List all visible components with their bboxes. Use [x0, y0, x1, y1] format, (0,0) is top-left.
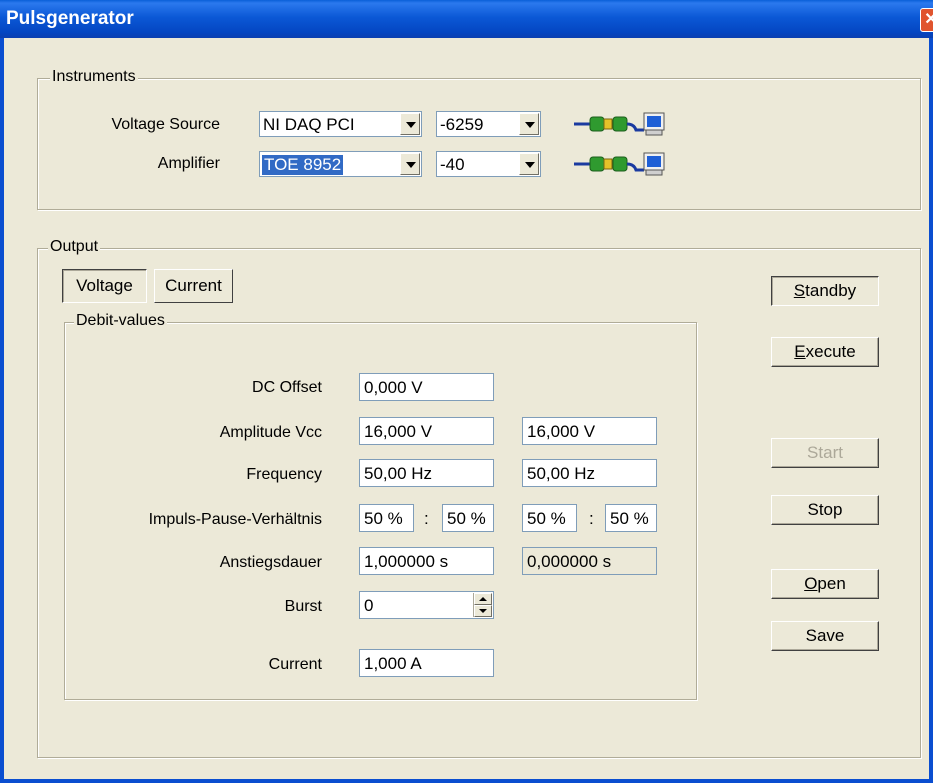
pause-field-2[interactable]: 50 % — [605, 504, 657, 532]
dc-offset-value: 0,000 V — [364, 378, 423, 397]
amplifier-model-select[interactable]: -40 — [436, 151, 541, 177]
impuls-value-2: 50 % — [527, 509, 566, 528]
voltage-source-model-select[interactable]: -6259 — [436, 111, 541, 137]
impuls-pause-label: Impuls-Pause-Verhältnis — [148, 511, 322, 528]
debit-values-legend: Debit-values — [74, 312, 167, 330]
title-bar[interactable]: Pulsgenerator ✕ — [0, 0, 933, 38]
voltage-source-device-value: NI DAQ PCI — [263, 115, 355, 134]
window-border-left — [0, 38, 4, 783]
amplifier-label: Amplifier — [157, 155, 220, 172]
chevron-down-icon[interactable] — [519, 113, 539, 135]
execute-button[interactable]: Execute — [771, 337, 879, 367]
instruments-legend: Instruments — [50, 68, 138, 86]
impuls-field-1[interactable]: 50 % — [359, 504, 414, 532]
voltage-source-device-select[interactable]: NI DAQ PCI — [259, 111, 422, 137]
anstiegsdauer-field-1[interactable]: 1,000000 s — [359, 547, 494, 575]
anstiegsdauer-field-2: 0,000000 s — [522, 547, 657, 575]
spin-down-icon[interactable] — [474, 605, 492, 617]
save-button[interactable]: Save — [771, 621, 879, 651]
spin-up-icon[interactable] — [474, 593, 492, 605]
burst-label: Burst — [284, 598, 322, 615]
pause-field-1[interactable]: 50 % — [442, 504, 494, 532]
frequency-value-1: 50,00 Hz — [364, 464, 433, 483]
close-icon[interactable]: ✕ — [920, 8, 933, 32]
current-value: 1,000 A — [364, 654, 422, 673]
anstiegsdauer-value-1: 1,000000 s — [364, 552, 449, 571]
anstiegsdauer-value-2: 0,000000 s — [527, 552, 612, 571]
dc-offset-field[interactable]: 0,000 V — [359, 373, 494, 401]
burst-spinner[interactable] — [473, 593, 492, 617]
amplitude-value-2: 16,000 V — [527, 422, 596, 441]
current-label: Current — [268, 656, 322, 673]
pause-value-1: 50 % — [447, 509, 486, 528]
amplifier-device-select[interactable]: TOE 8952 — [259, 151, 422, 177]
standby-button[interactable]: Standby — [771, 276, 879, 306]
impuls-field-2[interactable]: 50 % — [522, 504, 577, 532]
start-button[interactable]: Start — [771, 438, 879, 468]
current-field[interactable]: 1,000 A — [359, 649, 494, 677]
standby-label: tandby — [805, 281, 857, 300]
stop-button[interactable]: Stop — [771, 495, 879, 525]
ratio-separator: : — [589, 509, 594, 528]
pulsgenerator-window: Pulsgenerator ✕ Instruments Voltage Sour… — [0, 0, 933, 783]
tab-current[interactable]: Current — [154, 269, 233, 303]
chevron-down-icon[interactable] — [519, 153, 539, 175]
amplifier-device-value: TOE 8952 — [262, 155, 344, 175]
window-border-bottom — [0, 779, 933, 783]
frequency-field-1[interactable]: 50,00 Hz — [359, 459, 494, 487]
impuls-value-1: 50 % — [364, 509, 403, 528]
amplitude-value-1: 16,000 V — [364, 422, 433, 441]
frequency-value-2: 50,00 Hz — [527, 464, 596, 483]
amplitude-field-1[interactable]: 16,000 V — [359, 417, 494, 445]
open-button[interactable]: Open — [771, 569, 879, 599]
amplifier-model-value: -40 — [440, 155, 465, 174]
execute-label: xecute — [805, 342, 856, 361]
open-label: pen — [817, 574, 846, 593]
output-legend: Output — [48, 238, 101, 256]
chevron-down-icon[interactable] — [400, 113, 420, 135]
standby-mnemonic: S — [793, 281, 806, 300]
voltage-source-model-value: -6259 — [440, 115, 484, 134]
tab-voltage[interactable]: Voltage — [62, 269, 147, 303]
open-mnemonic: O — [804, 574, 818, 593]
ratio-separator: : — [424, 509, 429, 528]
voltage-source-label: Voltage Source — [111, 116, 220, 133]
pause-value-2: 50 % — [610, 509, 649, 528]
window-title: Pulsgenerator — [6, 8, 134, 29]
connected-plug-icon — [574, 112, 665, 136]
burst-value: 0 — [364, 596, 374, 615]
burst-stepper[interactable]: 0 — [359, 591, 494, 619]
frequency-field-2[interactable]: 50,00 Hz — [522, 459, 657, 487]
instruments-group — [37, 78, 921, 210]
frequency-label: Frequency — [246, 466, 322, 483]
connected-plug-icon — [574, 152, 665, 176]
execute-mnemonic: E — [794, 342, 806, 361]
amplitude-field-2[interactable]: 16,000 V — [522, 417, 657, 445]
window-border-right — [929, 38, 933, 783]
amplitude-label: Amplitude Vcc — [219, 424, 322, 441]
chevron-down-icon[interactable] — [400, 153, 420, 175]
dc-offset-label: DC Offset — [252, 379, 322, 396]
anstiegsdauer-label: Anstiegsdauer — [219, 554, 322, 571]
